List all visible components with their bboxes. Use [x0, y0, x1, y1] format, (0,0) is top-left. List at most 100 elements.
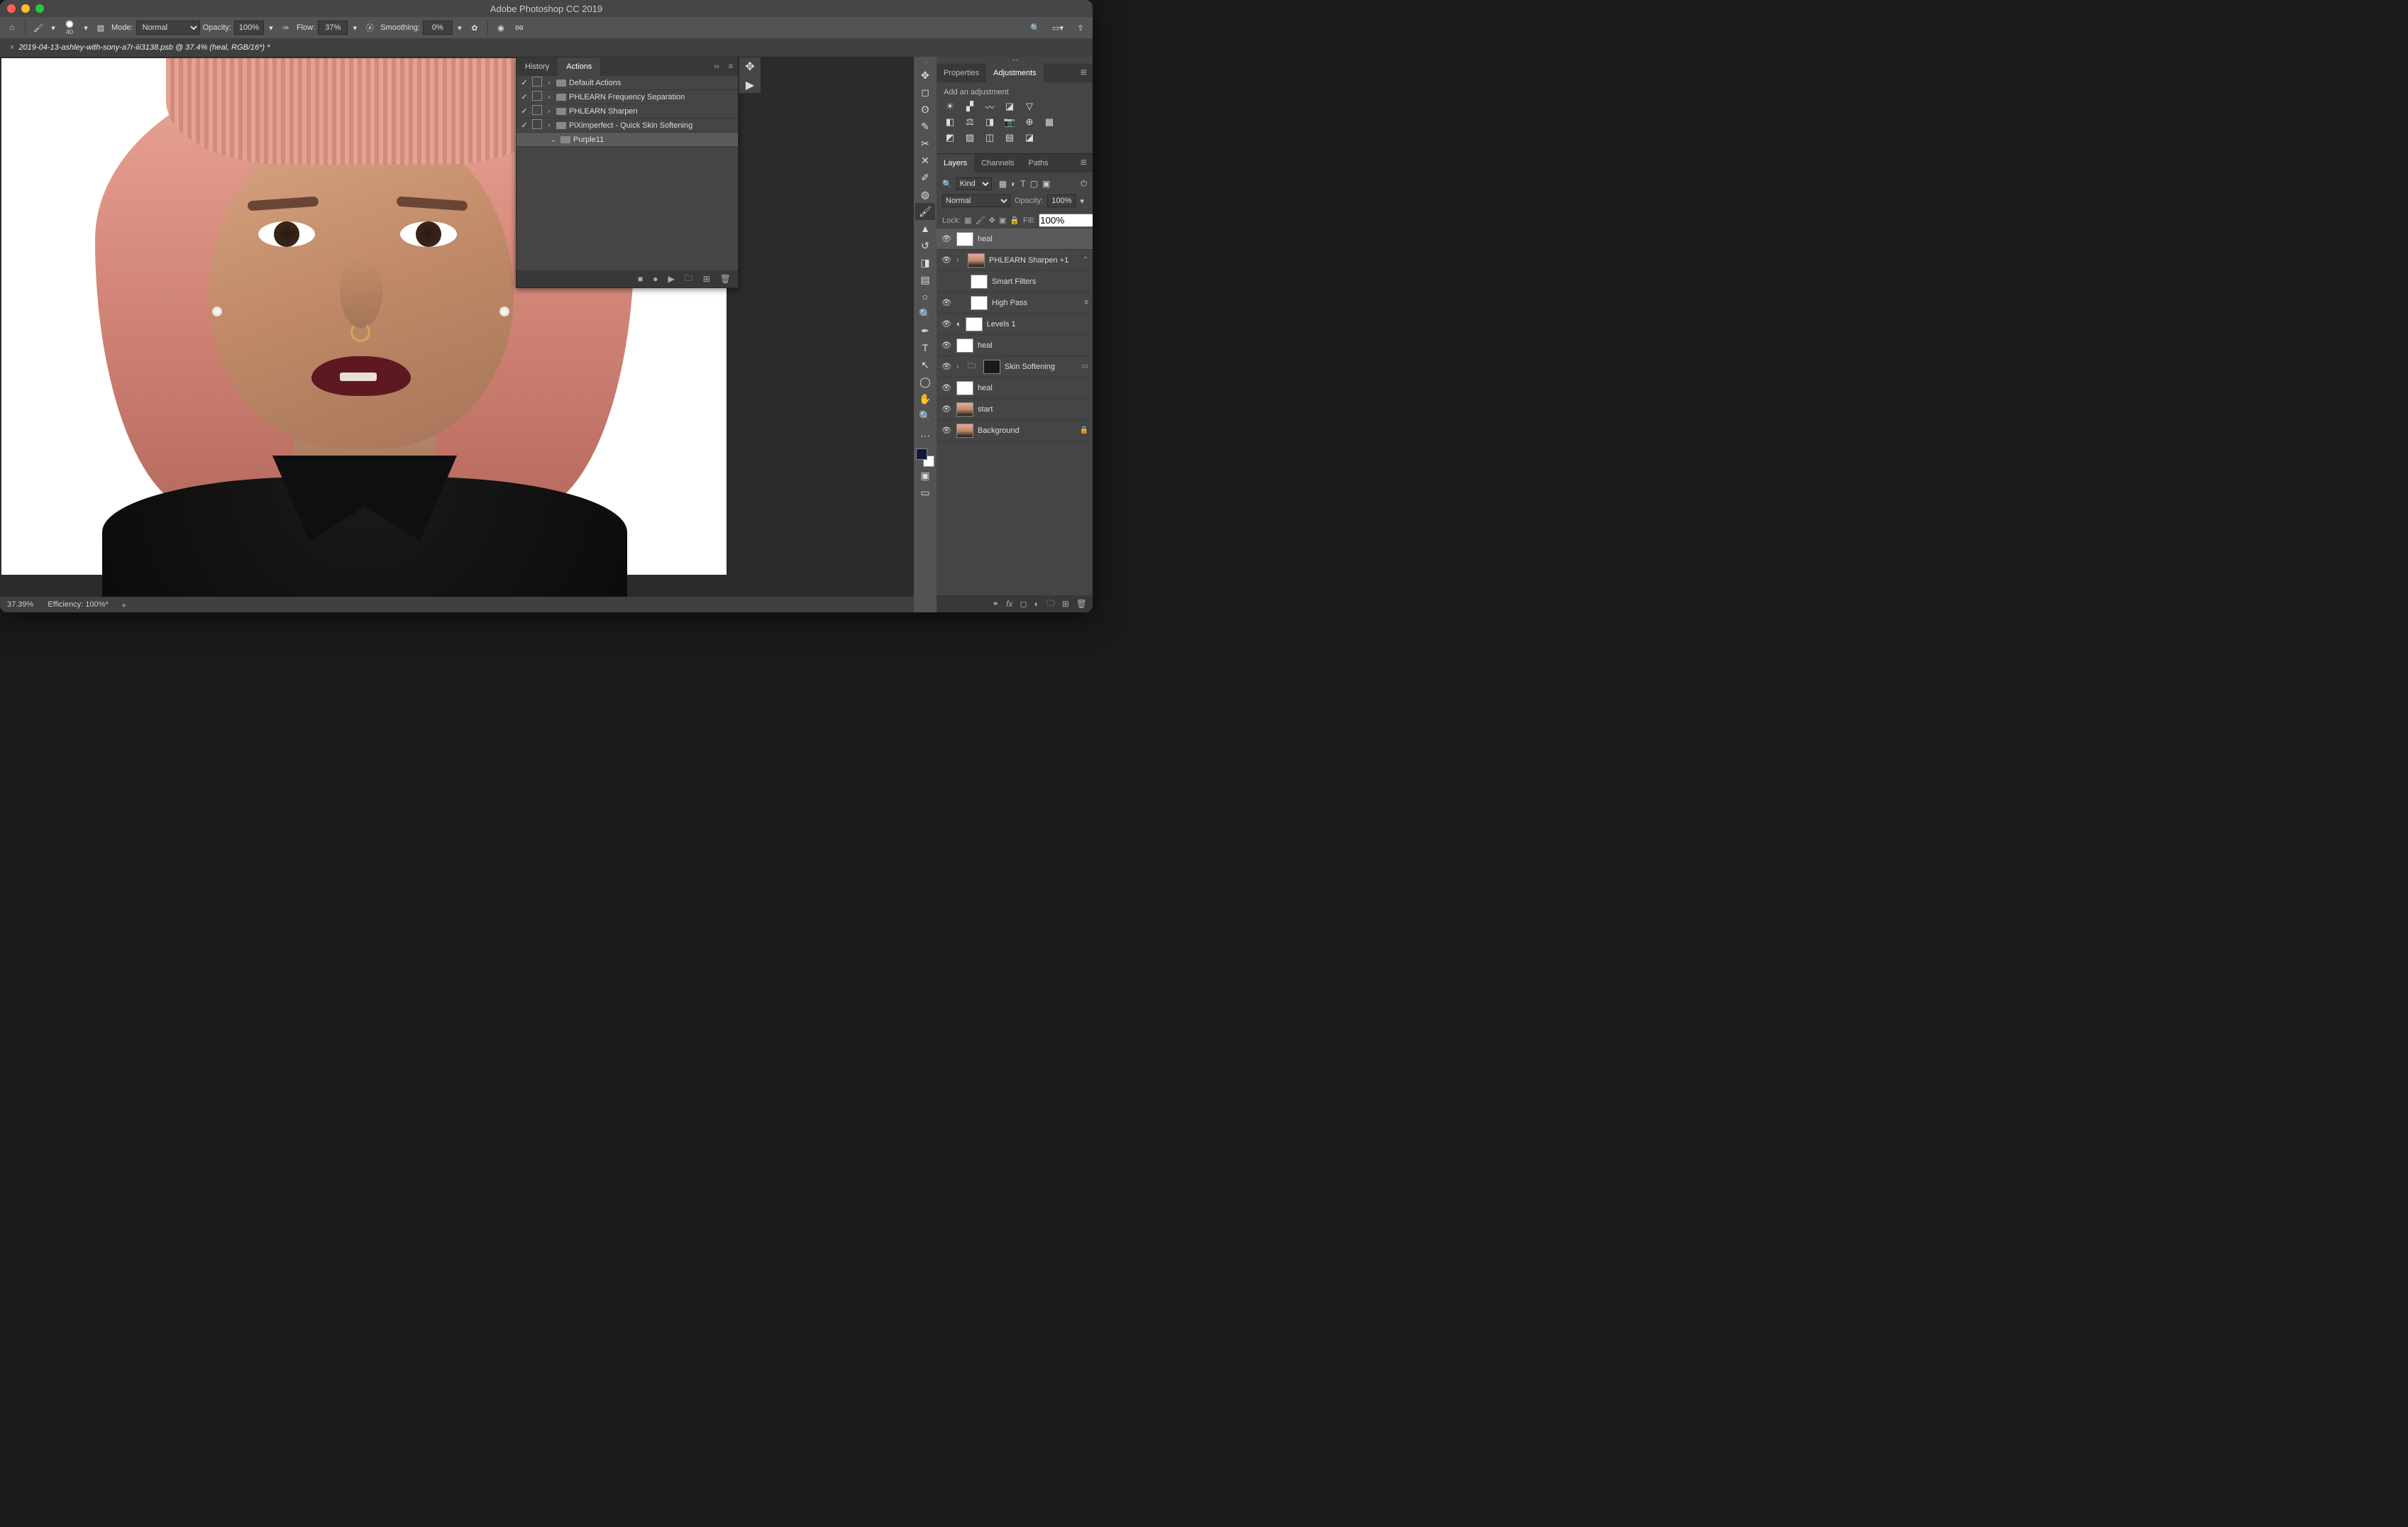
vibrance-icon[interactable]: ▽	[1023, 101, 1036, 112]
brush-tool-icon[interactable]: 🖌	[31, 20, 46, 35]
layer-name[interactable]: Skin Softening	[1005, 363, 1055, 371]
visibility-toggle-icon[interactable]: 👁	[941, 234, 952, 243]
new-adjustment-icon[interactable]: ◐	[1034, 599, 1039, 609]
layer-fill-input[interactable]	[1039, 214, 1093, 227]
layer-thumbnail[interactable]	[956, 381, 973, 395]
action-row[interactable]: ✓›PHLEARN Frequency Separation	[517, 90, 738, 104]
visibility-toggle-icon[interactable]: 👁	[941, 341, 952, 350]
layer-blend-mode[interactable]: Normal	[942, 194, 1010, 207]
layer-row[interactable]: 👁◐Levels 1	[937, 314, 1093, 335]
layer-row[interactable]: 👁 › PHLEARN Sharpen +1 ⌃	[937, 250, 1093, 271]
panel-grip[interactable]: ••	[914, 60, 937, 67]
black-white-icon[interactable]: ◨	[983, 116, 996, 128]
layer-thumbnail[interactable]	[971, 296, 988, 310]
visibility-toggle-icon[interactable]: 👁	[941, 255, 952, 265]
action-dialog-toggle[interactable]	[532, 77, 542, 89]
tab-properties[interactable]: Properties	[937, 64, 986, 82]
move-tool-dock-icon[interactable]: ✥	[739, 57, 761, 76]
pressure-opacity-icon[interactable]: ✑	[278, 20, 294, 35]
disclosure-arrow-icon[interactable]: ⌄	[549, 135, 558, 144]
action-dialog-toggle[interactable]	[532, 119, 542, 131]
layer-row[interactable]: 👁 heal	[937, 335, 1093, 356]
layer-name[interactable]: High Pass	[992, 299, 1027, 307]
edit-toolbar-icon[interactable]: ⋯	[915, 427, 935, 444]
selective-color-icon[interactable]: ◪	[1023, 132, 1036, 143]
layer-thumbnail[interactable]	[956, 232, 973, 246]
smoothing-options-icon[interactable]: ✿	[467, 20, 482, 35]
disclosure-arrow-icon[interactable]: ›	[545, 121, 553, 130]
layer-mask-icon[interactable]: ◻	[1020, 599, 1027, 609]
layer-name[interactable]: PHLEARN Sharpen +1	[989, 256, 1068, 265]
lock-position-icon[interactable]: ✥	[989, 216, 995, 225]
search-icon[interactable]: 🔍	[1027, 20, 1043, 35]
eraser-tool[interactable]: ◨	[915, 254, 935, 271]
close-document-icon[interactable]: ×	[10, 43, 14, 52]
zoom-tool[interactable]: 🔍	[915, 407, 935, 424]
disclosure-arrow-icon[interactable]: ›	[956, 363, 963, 371]
filter-type-icon[interactable]: T	[1020, 179, 1025, 189]
clone-stamp-tool[interactable]: ▲	[915, 220, 935, 237]
action-row[interactable]: ✓›PHLEARN Sharpen	[517, 104, 738, 118]
flow-input[interactable]	[318, 21, 348, 35]
document-tab[interactable]: × 2019-04-13-ashley-with-sony-a7r-iii313…	[4, 38, 275, 57]
threshold-icon[interactable]: ◫	[983, 132, 996, 143]
visibility-toggle-icon[interactable]: 👁	[941, 404, 952, 414]
dropdown-chevron-icon[interactable]: ▾	[1080, 197, 1084, 206]
posterize-icon[interactable]: ▨	[963, 132, 976, 143]
marquee-tool[interactable]: ◻	[915, 84, 935, 101]
visibility-toggle-icon[interactable]: 👁	[941, 383, 952, 392]
disclosure-arrow-icon[interactable]: ›	[545, 79, 553, 87]
dropdown-chevron-icon[interactable]: ▾	[455, 20, 464, 35]
action-check-icon[interactable]: ✓	[519, 92, 529, 101]
close-window-button[interactable]	[7, 4, 16, 13]
panel-menu-icon[interactable]: ≡	[1075, 67, 1093, 79]
layer-badge-icon[interactable]: ⌃	[1083, 256, 1088, 264]
new-action-icon[interactable]: ⊞	[703, 274, 710, 284]
brush-tool[interactable]: 🖌	[915, 203, 935, 220]
action-dialog-toggle[interactable]	[532, 105, 542, 117]
play-action-icon[interactable]: ▶	[668, 274, 674, 284]
airbrush-icon[interactable]: ⓐ	[362, 20, 377, 35]
filter-toggle[interactable]: ⏻	[1081, 180, 1087, 189]
zoom-level[interactable]: 37.39%	[7, 600, 33, 609]
quick-select-tool[interactable]: ✎	[915, 118, 935, 135]
filter-shape-icon[interactable]: ▢	[1030, 179, 1038, 189]
levels-icon[interactable]: ▞	[963, 101, 976, 112]
photo-filter-icon[interactable]: 📷	[1003, 116, 1016, 128]
quick-mask-icon[interactable]: ▣	[915, 467, 935, 484]
disclosure-arrow-icon[interactable]: ›	[956, 256, 963, 265]
layer-row[interactable]: 👁Background🔒	[937, 420, 1093, 441]
healing-brush-tool[interactable]: ◍	[915, 186, 935, 203]
layer-thumbnail[interactable]	[983, 360, 1000, 374]
hue-sat-icon[interactable]: ◧	[944, 116, 956, 128]
workspace-switcher-icon[interactable]: ▭▾	[1050, 20, 1066, 35]
stop-action-icon[interactable]: ■	[638, 274, 643, 284]
brush-preset-picker[interactable]: 40	[60, 18, 79, 37]
dodge-tool[interactable]: 🔍	[915, 305, 935, 322]
layer-row[interactable]: 👁 start	[937, 399, 1093, 420]
filter-pixel-icon[interactable]: ▦	[999, 179, 1007, 189]
brightness-contrast-icon[interactable]: ☀	[944, 101, 956, 112]
action-dialog-toggle[interactable]	[532, 91, 542, 103]
opacity-input[interactable]	[234, 21, 264, 35]
delete-layer-icon[interactable]: 🗑	[1076, 599, 1087, 609]
layer-name[interactable]: Levels 1	[987, 320, 1016, 329]
action-check-icon[interactable]: ✓	[519, 106, 529, 116]
layer-name[interactable]: heal	[978, 341, 993, 350]
maximize-window-button[interactable]	[35, 4, 44, 13]
lasso-tool[interactable]: ʘ	[915, 101, 935, 118]
layer-name[interactable]: Smart Filters	[992, 277, 1036, 286]
history-brush-tool[interactable]: ↺	[915, 237, 935, 254]
gradient-map-icon[interactable]: ▤	[1003, 132, 1016, 143]
tab-layers[interactable]: Layers	[937, 154, 974, 172]
share-icon[interactable]: ⇪	[1073, 20, 1088, 35]
eyedropper-tool[interactable]: ✐	[915, 169, 935, 186]
blur-tool[interactable]: ○	[915, 288, 935, 305]
symmetry-icon[interactable]: ʚɞ	[512, 20, 527, 35]
path-select-tool[interactable]: ↖	[915, 356, 935, 373]
layer-name[interactable]: start	[978, 405, 993, 414]
crop-tool[interactable]: ✂	[915, 135, 935, 152]
layer-opacity-input[interactable]	[1047, 194, 1076, 207]
home-icon[interactable]: ⌂	[4, 20, 20, 35]
screen-mode-icon[interactable]: ▭	[915, 484, 935, 501]
